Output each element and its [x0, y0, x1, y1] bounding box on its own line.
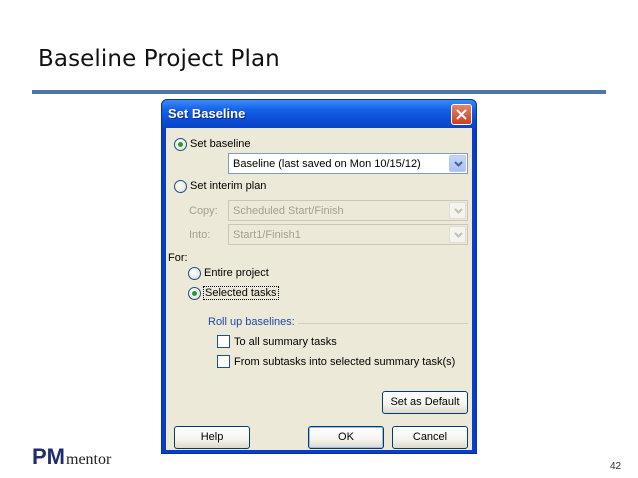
into-select-value: Start1/Finish1: [233, 229, 301, 241]
from-subtasks-label[interactable]: From subtasks into selected summary task…: [234, 356, 455, 368]
cancel-button[interactable]: Cancel: [392, 426, 468, 449]
chevron-down-icon: [454, 232, 463, 238]
ok-button[interactable]: OK: [308, 426, 384, 449]
entire-project-radio[interactable]: [188, 267, 201, 280]
rollup-group-label: Roll up baselines:: [208, 316, 295, 328]
close-button[interactable]: [451, 104, 472, 125]
baseline-select-value: Baseline (last saved on Mon 10/15/12): [233, 158, 421, 170]
set-as-default-button[interactable]: Set as Default: [382, 391, 468, 414]
close-icon: [456, 109, 467, 120]
into-label: Into:: [189, 229, 211, 241]
rollup-group-divider: [298, 323, 468, 324]
copy-select[interactable]: Scheduled Start/Finish: [228, 200, 468, 221]
set-baseline-dialog: Set Baseline Set baseline Baseline (last…: [161, 99, 477, 454]
from-subtasks-checkbox[interactable]: [217, 355, 230, 368]
into-select-arrow[interactable]: [449, 226, 466, 243]
into-select[interactable]: Start1/Finish1: [228, 224, 468, 245]
slide-title: Baseline Project Plan: [38, 46, 280, 72]
logo-pm-text: PM: [32, 444, 65, 469]
title-divider: [32, 90, 606, 94]
set-baseline-label[interactable]: Set baseline: [190, 138, 251, 150]
dialog-body: Set baseline Baseline (last saved on Mon…: [166, 128, 472, 450]
baseline-select-arrow[interactable]: [449, 155, 466, 172]
pmmentor-logo: PMmentor: [32, 444, 111, 470]
set-baseline-radio[interactable]: [174, 138, 187, 151]
set-interim-label[interactable]: Set interim plan: [190, 180, 266, 192]
copy-label: Copy:: [189, 205, 218, 217]
set-interim-radio[interactable]: [174, 180, 187, 193]
help-button[interactable]: Help: [174, 426, 250, 449]
copy-select-value: Scheduled Start/Finish: [233, 205, 344, 217]
logo-mentor-text: mentor: [66, 451, 112, 468]
chevron-down-icon: [454, 161, 463, 167]
to-all-summary-label[interactable]: To all summary tasks: [234, 336, 337, 348]
dialog-title: Set Baseline: [168, 106, 246, 121]
page-number: 42: [610, 461, 622, 472]
baseline-select[interactable]: Baseline (last saved on Mon 10/15/12): [228, 153, 468, 174]
to-all-summary-checkbox[interactable]: [217, 335, 230, 348]
dialog-titlebar[interactable]: Set Baseline: [162, 100, 476, 128]
for-label: For:: [168, 252, 188, 264]
chevron-down-icon: [454, 208, 463, 214]
entire-project-label[interactable]: Entire project: [204, 267, 269, 279]
selected-tasks-radio[interactable]: [188, 287, 201, 300]
selected-tasks-label[interactable]: Selected tasks: [203, 286, 279, 300]
copy-select-arrow[interactable]: [449, 202, 466, 219]
